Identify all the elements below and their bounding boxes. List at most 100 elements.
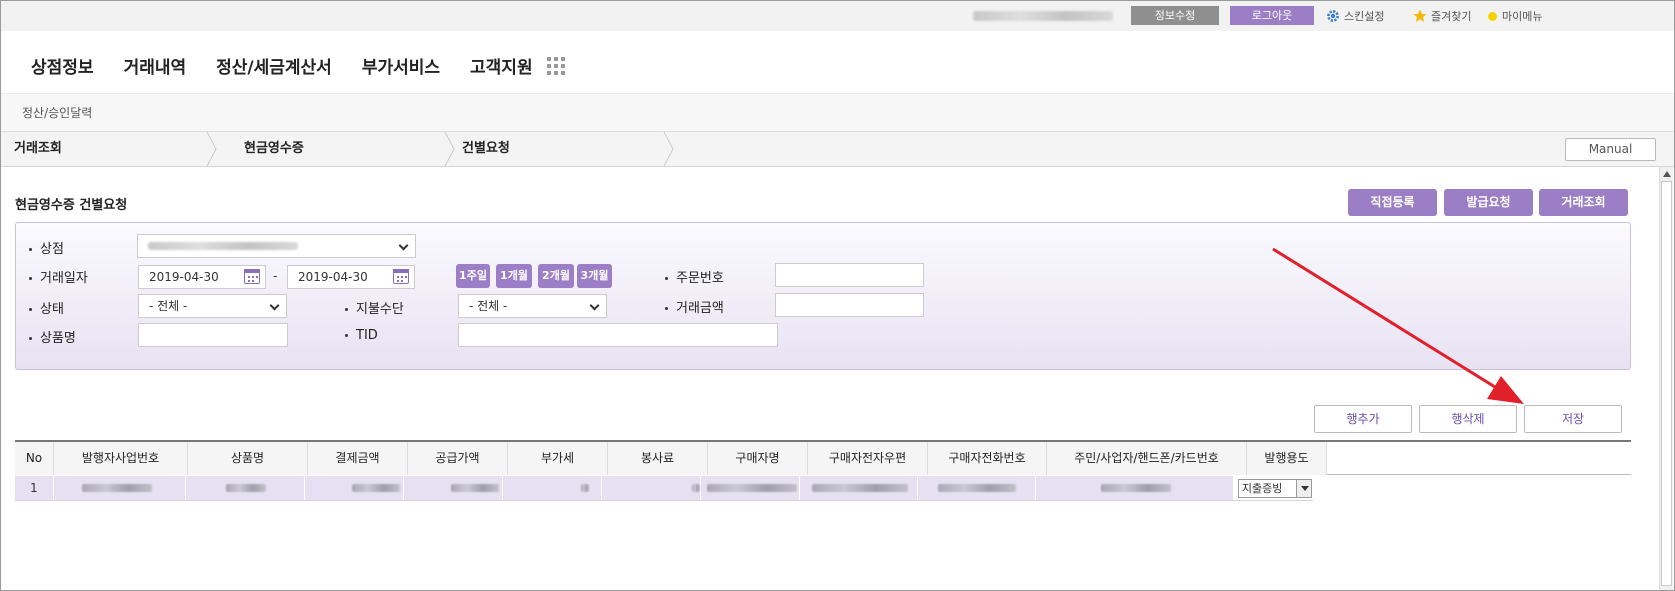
redacted-value	[706, 484, 797, 492]
period-2month-button[interactable]: 2개월	[538, 264, 574, 288]
cell-usage: 지출증빙	[1233, 476, 1314, 500]
cell-product-name[interactable]	[186, 476, 305, 500]
date-range-separator: -	[273, 269, 278, 283]
transaction-inquiry-button[interactable]: 거래조회	[1539, 189, 1628, 216]
tid-label-text: TID	[356, 328, 378, 343]
cell-vat[interactable]	[503, 476, 602, 500]
date-to-input[interactable]: 2019-04-30	[287, 265, 415, 289]
status-select[interactable]: - 전체 -	[138, 294, 287, 318]
nav-item-customer-support[interactable]: 고객지원	[470, 53, 533, 78]
payment-method-select-value: - 전체 -	[469, 299, 508, 313]
column-header-id-number: 주민/사업자/핸드폰/카드번호	[1047, 442, 1247, 475]
save-button[interactable]: 저장	[1524, 405, 1622, 433]
column-header-usage: 발행용도	[1247, 442, 1327, 475]
chevron-down-icon	[398, 240, 409, 251]
page-title: 현금영수증 건별요청	[15, 198, 128, 213]
usage-select-value: 지출증빙	[1241, 482, 1283, 495]
column-header-issuer-business-no: 발행자사업번호	[54, 442, 188, 475]
table-header: No 발행자사업번호 상품명 결제금액 공급가액 부가세 봉사료 구매자명 구매…	[15, 442, 1631, 475]
cell-service-fee[interactable]	[602, 476, 701, 500]
store-select[interactable]	[137, 234, 416, 258]
vertical-scrollbar[interactable]	[1659, 167, 1673, 590]
all-menu-grid-icon[interactable]	[546, 56, 565, 75]
cell-no: 1	[15, 476, 54, 500]
breadcrumb: 거래조회 현금영수증 건별요청 Manual	[1, 131, 1674, 167]
breadcrumb-item-transaction-inquiry[interactable]: 거래조회	[14, 132, 62, 166]
tid-label: TID	[345, 328, 378, 343]
redacted-value	[351, 484, 400, 492]
amount-input[interactable]	[775, 293, 924, 317]
scroll-up-icon[interactable]	[1663, 171, 1671, 177]
status-select-value: - 전체 -	[149, 299, 188, 313]
cell-id-number[interactable]	[1036, 476, 1234, 500]
table-row[interactable]: 1 지출증빙	[15, 476, 1314, 501]
cell-supply-value[interactable]	[404, 476, 503, 500]
payment-method-label-text: 지불수단	[356, 302, 404, 317]
nav-item-transactions[interactable]: 거래내역	[124, 53, 187, 78]
scrollbar-thumb[interactable]	[1661, 181, 1672, 586]
my-menu-link[interactable]: 마이메뉴	[1487, 8, 1542, 24]
column-header-supply-value: 공급가액	[408, 442, 508, 475]
redacted-value	[691, 484, 700, 492]
usage-select[interactable]: 지출증빙	[1237, 479, 1312, 498]
favorites-link[interactable]: 즐겨찾기	[1413, 8, 1471, 24]
star-icon	[1413, 9, 1427, 22]
cell-issuer-business-no[interactable]	[54, 476, 187, 500]
user-account-info-redacted	[973, 11, 1113, 21]
column-header-buyer-name: 구매자명	[708, 442, 808, 475]
column-header-buyer-phone: 구매자전화번호	[928, 442, 1047, 475]
calendar-icon[interactable]	[393, 269, 409, 284]
nav-item-store-info[interactable]: 상점정보	[31, 53, 94, 78]
delete-row-button[interactable]: 행삭제	[1419, 405, 1517, 433]
payment-method-select[interactable]: - 전체 -	[458, 294, 607, 318]
column-header-buyer-email: 구매자전자우편	[808, 442, 928, 475]
column-header-no: No	[15, 442, 54, 475]
store-label-text: 상점	[40, 242, 64, 257]
breadcrumb-item-cash-receipt[interactable]: 현금영수증	[244, 132, 304, 166]
manual-button[interactable]: Manual	[1565, 138, 1656, 161]
date-label: 거래일자	[29, 267, 88, 286]
top-utility-bar: 정보수정 로그아웃 스킨설정 즐겨찾기 마이메뉴	[1, 1, 1674, 31]
order-no-input[interactable]	[775, 263, 924, 287]
add-row-button[interactable]: 행추가	[1314, 405, 1412, 433]
product-name-input[interactable]	[138, 323, 288, 347]
date-from-value: 2019-04-30	[149, 270, 219, 284]
product-name-label-text: 상품명	[40, 331, 76, 346]
issue-request-button[interactable]: 발급요청	[1444, 189, 1533, 216]
date-to-value: 2019-04-30	[298, 270, 368, 284]
column-header-service-fee: 봉사료	[608, 442, 708, 475]
edit-info-button[interactable]: 정보수정	[1131, 6, 1219, 25]
cell-buyer-name[interactable]	[701, 476, 800, 500]
cell-buyer-phone[interactable]	[918, 476, 1037, 500]
sub-nav-current[interactable]: 정산/승인달력	[22, 104, 92, 121]
nav-item-settlement[interactable]: 정산/세금계산서	[216, 53, 332, 78]
breadcrumb-item-individual-request[interactable]: 건별요청	[462, 132, 510, 166]
dropdown-arrow-icon[interactable]	[1295, 480, 1311, 497]
redacted-value	[580, 484, 589, 492]
store-label: 상점	[29, 238, 64, 257]
skin-settings-link[interactable]: 스킨설정	[1326, 8, 1384, 24]
logout-button[interactable]: 로그아웃	[1230, 6, 1314, 25]
favorites-label: 즐겨찾기	[1431, 10, 1472, 23]
nav-item-additional-services[interactable]: 부가서비스	[362, 53, 440, 78]
cell-buyer-email[interactable]	[800, 476, 919, 500]
period-1month-button[interactable]: 1개월	[496, 264, 532, 288]
my-menu-label: 마이메뉴	[1502, 10, 1543, 23]
cell-payment-amount[interactable]	[305, 476, 404, 500]
redacted-value	[226, 484, 267, 492]
redacted-value	[1101, 484, 1172, 492]
breadcrumb-separator-icon	[206, 132, 217, 166]
column-header-payment-amount: 결제금액	[308, 442, 408, 475]
chevron-down-icon	[269, 300, 280, 311]
amount-label: 거래금액	[665, 297, 724, 316]
period-1week-button[interactable]: 1주일	[456, 264, 490, 288]
tid-input[interactable]	[458, 323, 778, 347]
calendar-icon[interactable]	[244, 269, 260, 284]
column-header-vat: 부가세	[508, 442, 608, 475]
gear-icon	[1327, 10, 1339, 22]
date-from-input[interactable]: 2019-04-30	[138, 265, 266, 289]
breadcrumb-separator-icon	[444, 132, 455, 166]
period-3month-button[interactable]: 3개월	[577, 264, 612, 288]
direct-register-button[interactable]: 직접등록	[1348, 189, 1437, 216]
status-label-text: 상태	[40, 302, 64, 317]
